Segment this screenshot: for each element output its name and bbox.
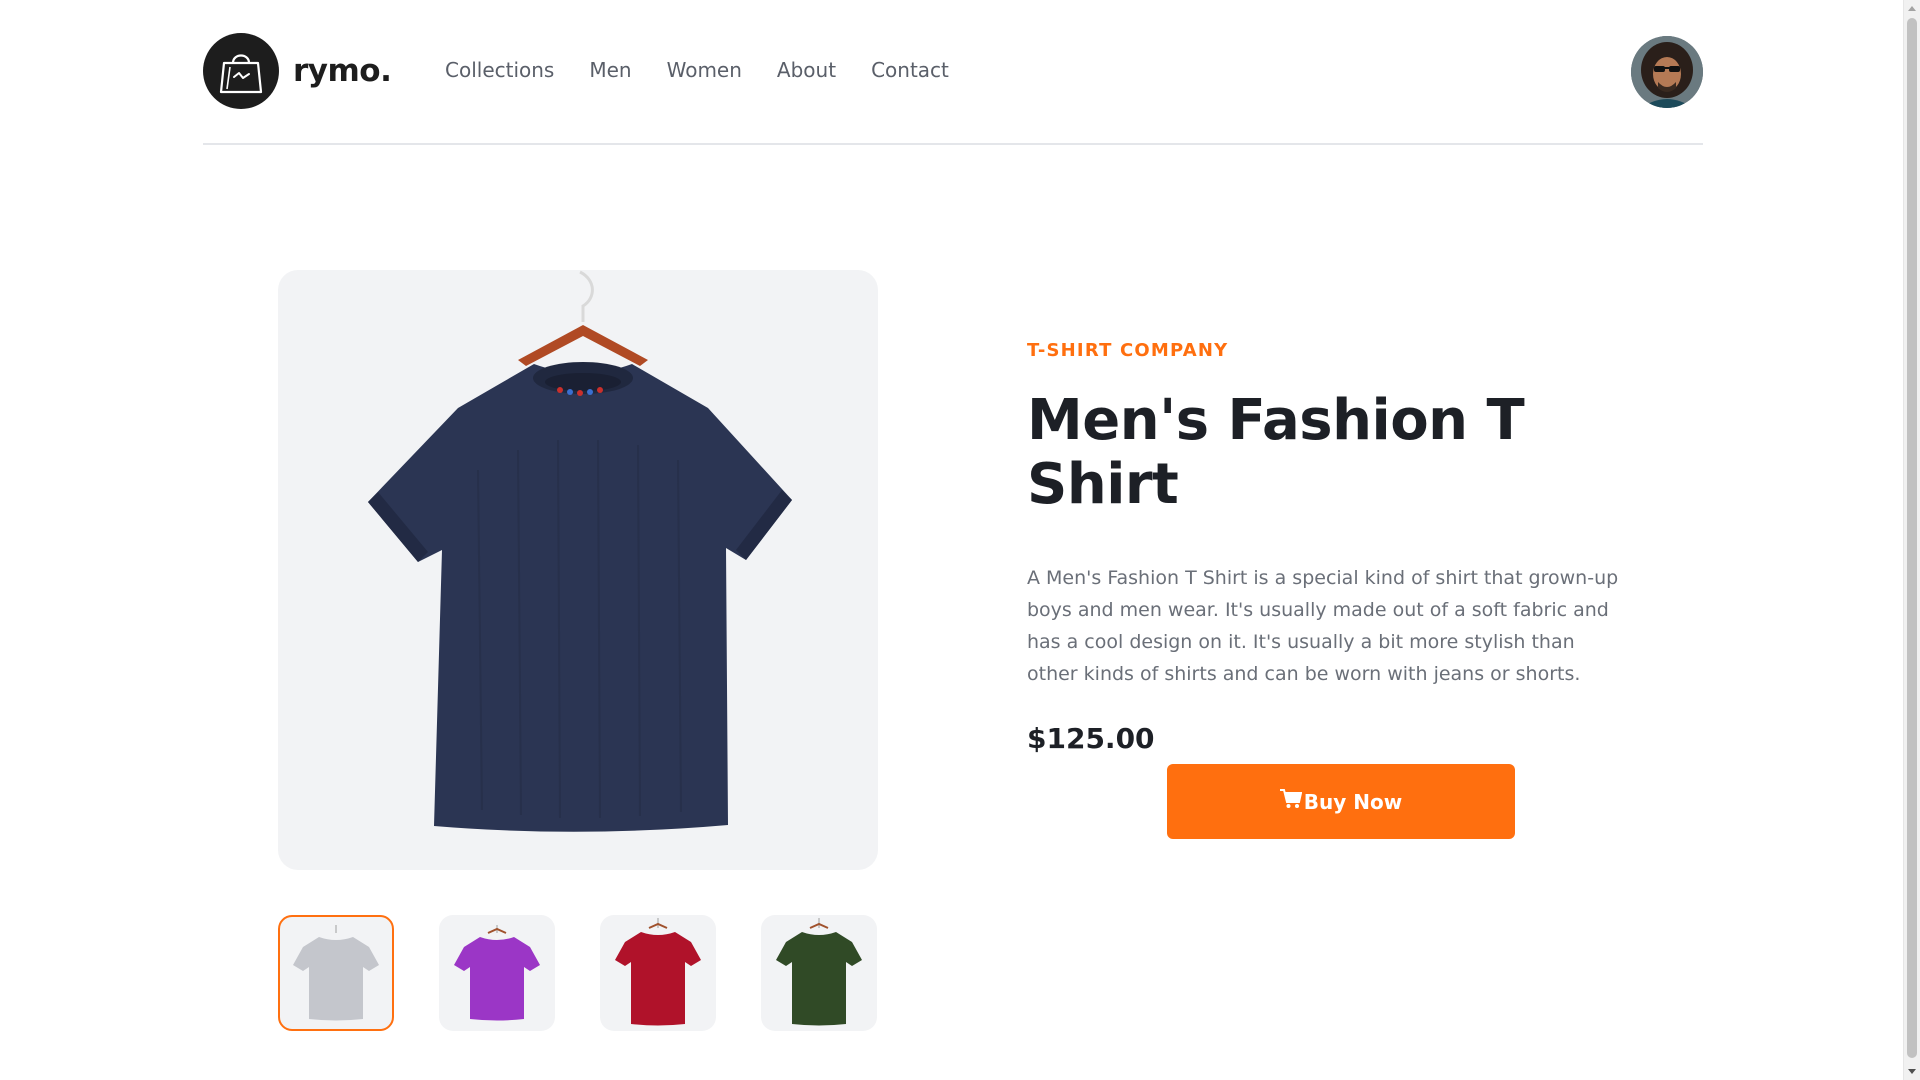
product-main-image xyxy=(278,270,878,870)
user-avatar[interactable] xyxy=(1631,36,1703,108)
cart-icon xyxy=(1279,789,1304,814)
thumbnail-gray-shirt[interactable] xyxy=(278,915,394,1031)
scroll-up-icon[interactable] xyxy=(1908,6,1916,11)
buy-now-label: Buy Now xyxy=(1303,789,1403,814)
main-nav: Collections Men Women About Contact xyxy=(445,58,949,82)
product-info: T-SHIRT COMPANY Men's Fashion T Shirt A … xyxy=(1027,340,1627,755)
company-label: T-SHIRT COMPANY xyxy=(1027,340,1229,361)
scrollbar-thumb[interactable] xyxy=(1907,18,1917,1058)
nav-item-about[interactable]: About xyxy=(777,58,836,82)
product-description: A Men's Fashion T Shirt is a special kin… xyxy=(1027,566,1619,685)
thumbnail-red-shirt[interactable] xyxy=(600,915,716,1031)
nav-item-women[interactable]: Women xyxy=(667,58,742,82)
site-header: rymo. Collections Men Women About Contac… xyxy=(203,0,1703,145)
nav-item-contact[interactable]: Contact xyxy=(871,58,949,82)
brand-logo[interactable]: rymo. xyxy=(203,33,392,109)
brand-name: rymo. xyxy=(293,53,392,89)
thumbnail-purple-shirt[interactable] xyxy=(439,915,555,1031)
nav-item-men[interactable]: Men xyxy=(589,58,631,82)
buy-now-button[interactable]: Buy Now xyxy=(1167,764,1515,839)
thumbnail-green-shirt[interactable] xyxy=(761,915,877,1031)
product-title: Men's Fashion T Shirt xyxy=(1027,388,1525,518)
shopping-bag-icon xyxy=(203,33,279,109)
product-price: $125.00 xyxy=(1027,721,1155,755)
scroll-down-icon[interactable] xyxy=(1908,1069,1916,1074)
page-scrollbar[interactable] xyxy=(1903,0,1920,1080)
thumbnail-list xyxy=(278,915,877,1031)
nav-item-collections[interactable]: Collections xyxy=(445,58,554,82)
